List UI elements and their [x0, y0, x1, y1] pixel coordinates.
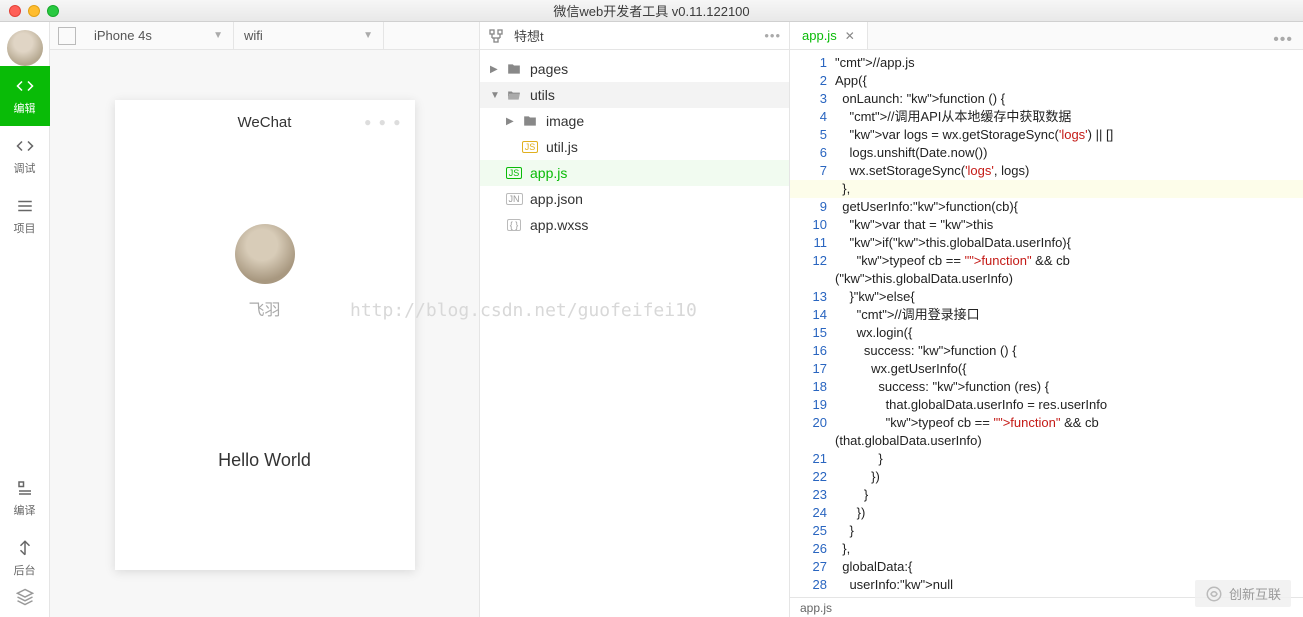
sidebar-item-label: 编译	[14, 502, 36, 518]
js-file-icon: JS	[520, 141, 540, 153]
menu-icon	[15, 196, 35, 216]
sidebar-item-compile[interactable]: 编译	[0, 468, 50, 528]
tree-header-label: 特想t	[514, 26, 764, 45]
tab-label: app.js	[802, 28, 837, 43]
sidebar-item-project[interactable]: 项目	[0, 186, 50, 246]
chevron-down-icon: ▼	[363, 30, 373, 41]
close-tab-icon[interactable]: ✕	[845, 29, 855, 43]
tree-folder-image[interactable]: ▶ image	[480, 108, 789, 134]
more-icon[interactable]: •••	[1263, 31, 1303, 49]
sidebar-item-label: 后台	[14, 562, 36, 578]
sidebar-item-label: 项目	[14, 220, 36, 236]
phone-menu-icon[interactable]: ● ● ●	[364, 115, 402, 129]
editor-tabs: app.js ✕ •••	[790, 22, 1303, 50]
user-avatar[interactable]	[7, 30, 43, 66]
layers-icon[interactable]	[16, 588, 34, 611]
sidebar: 编辑 调试 项目 编译 后台	[0, 22, 50, 617]
folder-icon	[504, 62, 524, 76]
file-tree: ▶ pages ▼ utils ▶ image JS util.js	[480, 50, 789, 617]
phone-frame: WeChat ● ● ● 飞羽 Hello World	[115, 100, 415, 570]
swap-icon	[15, 538, 35, 558]
editor-panel: app.js ✕ ••• 123456789101112131415161718…	[790, 22, 1303, 617]
tree-item-label: app.js	[530, 165, 567, 181]
window-title: 微信web开发者工具 v0.11.122100	[0, 1, 1303, 20]
folder-open-icon	[504, 88, 524, 102]
tree-folder-pages[interactable]: ▶ pages	[480, 56, 789, 82]
file-tree-panel: 特想t ••• ▶ pages ▼ utils ▶ image JS	[480, 22, 790, 617]
wxss-file-icon: { }	[504, 219, 524, 231]
tree-item-label: image	[546, 113, 584, 129]
code-icon	[15, 76, 35, 96]
close-icon[interactable]	[9, 5, 21, 17]
phone-avatar	[235, 224, 295, 284]
tree-item-label: app.wxss	[530, 217, 588, 233]
sidebar-item-label: 调试	[14, 160, 36, 176]
folder-icon	[520, 114, 540, 128]
tree-item-label: pages	[530, 61, 568, 77]
tree-file-appwxss[interactable]: { } app.wxss	[480, 212, 789, 238]
debug-icon	[15, 136, 35, 156]
phone-body: 飞羽 Hello World	[115, 144, 415, 570]
zoom-icon[interactable]	[47, 5, 59, 17]
tree-file-utiljs[interactable]: JS util.js	[480, 134, 789, 160]
window-controls	[9, 5, 59, 17]
network-select-value: wifi	[244, 28, 263, 43]
tree-item-label: app.json	[530, 191, 583, 207]
simulator-toolbar: iPhone 4s ▼ wifi ▼	[50, 22, 479, 50]
chevron-down-icon: ▼	[490, 90, 504, 101]
phone-nickname: 飞羽	[248, 296, 280, 320]
sidebar-item-label: 编辑	[14, 100, 36, 116]
tree-structure-icon[interactable]	[488, 28, 506, 44]
phone-title: WeChat	[238, 114, 292, 131]
more-icon[interactable]: •••	[764, 28, 781, 43]
simulator-stage: WeChat ● ● ● 飞羽 Hello World	[50, 50, 479, 617]
sidebar-item-debug[interactable]: 调试	[0, 126, 50, 186]
status-filename: app.js	[800, 601, 832, 615]
tree-item-label: util.js	[546, 139, 578, 155]
simulator-panel: iPhone 4s ▼ wifi ▼ WeChat ● ● ● 飞羽 Hello…	[50, 22, 480, 617]
phone-navbar: WeChat ● ● ●	[115, 100, 415, 144]
device-select[interactable]: iPhone 4s ▼	[84, 22, 234, 49]
tab-appjs[interactable]: app.js ✕	[790, 21, 868, 49]
phone-hello-text: Hello World	[218, 450, 311, 471]
network-select[interactable]: wifi ▼	[234, 22, 384, 49]
device-orientation-icon[interactable]	[58, 27, 76, 45]
line-gutter: 1234567891011121314151617181920212223242…	[790, 50, 835, 597]
sidebar-item-background[interactable]: 后台	[0, 528, 50, 588]
tree-item-label: utils	[530, 87, 555, 103]
chevron-right-icon: ▶	[506, 116, 520, 127]
js-file-icon: JS	[504, 167, 524, 179]
sidebar-item-edit[interactable]: 编辑	[0, 66, 50, 126]
code-editor[interactable]: 1234567891011121314151617181920212223242…	[790, 50, 1303, 597]
device-select-value: iPhone 4s	[94, 28, 152, 43]
chevron-right-icon: ▶	[490, 64, 504, 75]
tree-file-appjs[interactable]: JS app.js	[480, 160, 789, 186]
tree-header: 特想t •••	[480, 22, 789, 50]
titlebar: 微信web开发者工具 v0.11.122100	[0, 0, 1303, 22]
json-file-icon: JN	[504, 193, 524, 205]
code-content[interactable]: "cmt">//app.jsApp({ onLaunch: "kw">funct…	[835, 50, 1303, 597]
chevron-down-icon: ▼	[213, 30, 223, 41]
compile-icon	[15, 478, 35, 498]
minimize-icon[interactable]	[28, 5, 40, 17]
tree-folder-utils[interactable]: ▼ utils	[480, 82, 789, 108]
tree-file-appjson[interactable]: JN app.json	[480, 186, 789, 212]
